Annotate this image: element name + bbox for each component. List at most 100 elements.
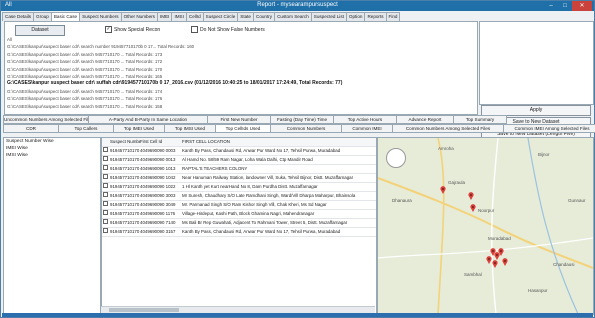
report-tab[interactable]: CDR (3, 124, 59, 133)
side-panel (479, 21, 594, 105)
grid-cell: 4049690090 1176 (140, 211, 176, 216)
map-marker-icon[interactable] (440, 186, 446, 194)
group-by-item[interactable]: IMSI Wise (4, 152, 100, 159)
row-checkbox[interactable] (102, 210, 110, 218)
map-place-label: Sambhal (464, 272, 482, 277)
menu-tab[interactable]: CellId (185, 12, 204, 21)
table-row[interactable]: 919457710170 4049690090 0013 Al Hamd No. 5… (102, 156, 376, 165)
report-tab[interactable]: Top Callers (58, 124, 114, 133)
menu-tab[interactable]: IMSI (171, 12, 187, 21)
menu-tab[interactable]: Reports (364, 12, 387, 21)
checkbox-empty-icon[interactable] (103, 174, 108, 179)
menu-tab[interactable]: State (237, 12, 254, 21)
table-row[interactable]: 919457710170 4049690090 0003 Kanth By Pass… (102, 147, 376, 156)
menu-tab[interactable]: Suspect Numbers (79, 12, 122, 21)
report-tab[interactable]: Common Numbers Among Selected Files (392, 124, 504, 133)
map-place-label: Amroha (438, 146, 454, 151)
row-checkbox[interactable] (102, 219, 110, 227)
row-checkbox[interactable] (102, 201, 110, 209)
menu-tab[interactable]: Other Numbers (120, 12, 158, 21)
report-tab[interactable]: Uncommon Numbers Among Selected Files (3, 115, 89, 124)
group-by-item[interactable]: Suspect Number Wise (4, 138, 100, 145)
map-place-label: Gunnaur (568, 198, 586, 203)
row-checkbox[interactable] (102, 174, 110, 182)
row-checkbox[interactable] (102, 228, 110, 236)
grid-header-cell[interactable]: Suspect Number (110, 138, 140, 146)
grid-header-cell[interactable]: FIRST CELL LOCATION (182, 138, 376, 146)
grid-cell: Village-Hirdeput, Kashi Path, Block Gham… (182, 211, 315, 216)
map-view[interactable]: Amroha Gajraula Dhanaura Bijnor Noorpur Morad… (377, 137, 594, 315)
row-checkbox[interactable] (102, 192, 110, 200)
report-tab[interactable]: Top Active Hours (333, 115, 397, 124)
table-row[interactable]: 919457710170 4049690090 3157 Kanth By Pass… (102, 228, 376, 237)
menu-tab[interactable]: Option (345, 12, 366, 21)
grid-cell: 4049690090 3049 (140, 202, 176, 207)
menu-tab[interactable]: Custom Search (274, 12, 312, 21)
checkbox-empty-icon[interactable] (103, 165, 108, 170)
report-tab[interactable]: Common Numbers (270, 124, 342, 133)
menu-tab[interactable]: Basic Case (50, 12, 81, 21)
horizontal-scrollbar[interactable] (101, 306, 375, 313)
grid-header-cell[interactable]: First Cell Id (140, 138, 182, 146)
checkbox-checked-icon[interactable]: ✓ (105, 26, 112, 33)
checkbox-empty-icon[interactable] (103, 156, 108, 161)
table-row[interactable]: 919457710170 4049690090 1176 Village-Hirde… (102, 210, 376, 219)
row-checkbox[interactable] (102, 183, 110, 191)
checkbox-empty-icon[interactable] (103, 228, 108, 233)
report-tab[interactable]: Top IMEI Used (113, 124, 165, 133)
checkbox-empty-icon[interactable] (103, 219, 108, 224)
menu-tab[interactable]: Group (33, 12, 52, 21)
table-row[interactable]: 919457710170 4049690090 1013 RAPTAL'S TEAC… (102, 165, 376, 174)
table-row[interactable]: 919457710170 4049690090 7140 Ms Bali Br Re… (102, 219, 376, 228)
report-tab[interactable]: Top CellIds Used (215, 124, 271, 133)
report-tab[interactable]: Fasting (Day Time) Time (270, 115, 334, 124)
report-tab[interactable]: Top Summary (453, 115, 507, 124)
grid-cell: Kanth By Pass, Chandausi Rd, Anwar Pur W… (182, 229, 341, 234)
map-marker-icon[interactable] (498, 248, 504, 256)
report-tab[interactable]: Top IMSI Used (164, 124, 216, 133)
report-tab[interactable]: Common IMEI Among Selected Files (503, 124, 595, 133)
checkbox-empty-icon[interactable] (103, 147, 108, 152)
grid-cell: RAPTAL'S TEACHERS COLONY (182, 166, 248, 171)
dataset-button[interactable]: Dataset (15, 25, 65, 36)
grid-cell: 4049690090 0003 (140, 148, 176, 153)
grid-cell: 919457710170 (110, 166, 140, 171)
report-tab[interactable]: A-Party And B-Party In Same Location (88, 115, 208, 124)
report-tab[interactable]: First New Number (207, 115, 271, 124)
row-checkbox[interactable] (102, 156, 110, 164)
map-pan-control[interactable] (386, 148, 406, 168)
report-tab[interactable]: Advance Report (396, 115, 454, 124)
checkbox-empty-icon[interactable] (103, 192, 108, 197)
menu-tab[interactable]: Suspect Circle (202, 12, 239, 21)
close-button[interactable]: ✕ (572, 1, 592, 11)
row-checkbox[interactable] (102, 147, 110, 155)
checkbox-empty-icon[interactable] (103, 201, 108, 206)
scroll-thumb[interactable] (109, 308, 179, 312)
menu-tab[interactable]: Suspected List (310, 12, 347, 21)
checkbox-empty-icon[interactable] (103, 183, 108, 188)
do-not-show-checkbox[interactable]: Do Not Show False Numbers (191, 26, 265, 33)
table-row[interactable]: 919457710170 4049690090 1022 1 Hl Kanth ye… (102, 183, 376, 192)
table-row[interactable]: 919457710170 4049690090 3049 Mr. Parmanad … (102, 201, 376, 210)
menu-tab[interactable]: Case Details (2, 12, 35, 21)
maximize-button[interactable]: □ (558, 1, 572, 11)
checkbox-empty-icon[interactable] (103, 210, 108, 215)
map-marker-icon[interactable] (470, 204, 476, 212)
menu-tab[interactable]: Country (253, 12, 276, 21)
grid-cell: 4049690090 7140 (140, 220, 176, 225)
table-row[interactable]: 919457710170 4049690090 3003 Mr Suresh, Ch… (102, 192, 376, 201)
map-marker-icon[interactable] (468, 192, 474, 200)
grid-cell: Kanth By Pass, Chandausi Rd, Anwar Pur W… (182, 148, 341, 153)
minimize-button[interactable]: – (544, 1, 558, 11)
group-by-item[interactable]: IMEI Wise (4, 145, 100, 152)
checkbox-empty-icon[interactable] (191, 26, 198, 33)
report-tab[interactable]: Common IMEI (341, 124, 393, 133)
show-special-checkbox[interactable]: ✓ Show Special Recon (105, 26, 160, 33)
menu-tab[interactable]: Find (385, 12, 401, 21)
table-row[interactable]: 919457710170 4049690090 1042 Near Hanuman … (102, 174, 376, 183)
menu-tab[interactable]: IMEI (156, 12, 173, 21)
map-marker-icon[interactable] (502, 258, 508, 266)
row-checkbox[interactable] (102, 165, 110, 173)
map-marker-icon[interactable] (492, 260, 498, 268)
log-panel: Dataset ✓ Show Special Recon Do Not Show… (4, 21, 478, 115)
